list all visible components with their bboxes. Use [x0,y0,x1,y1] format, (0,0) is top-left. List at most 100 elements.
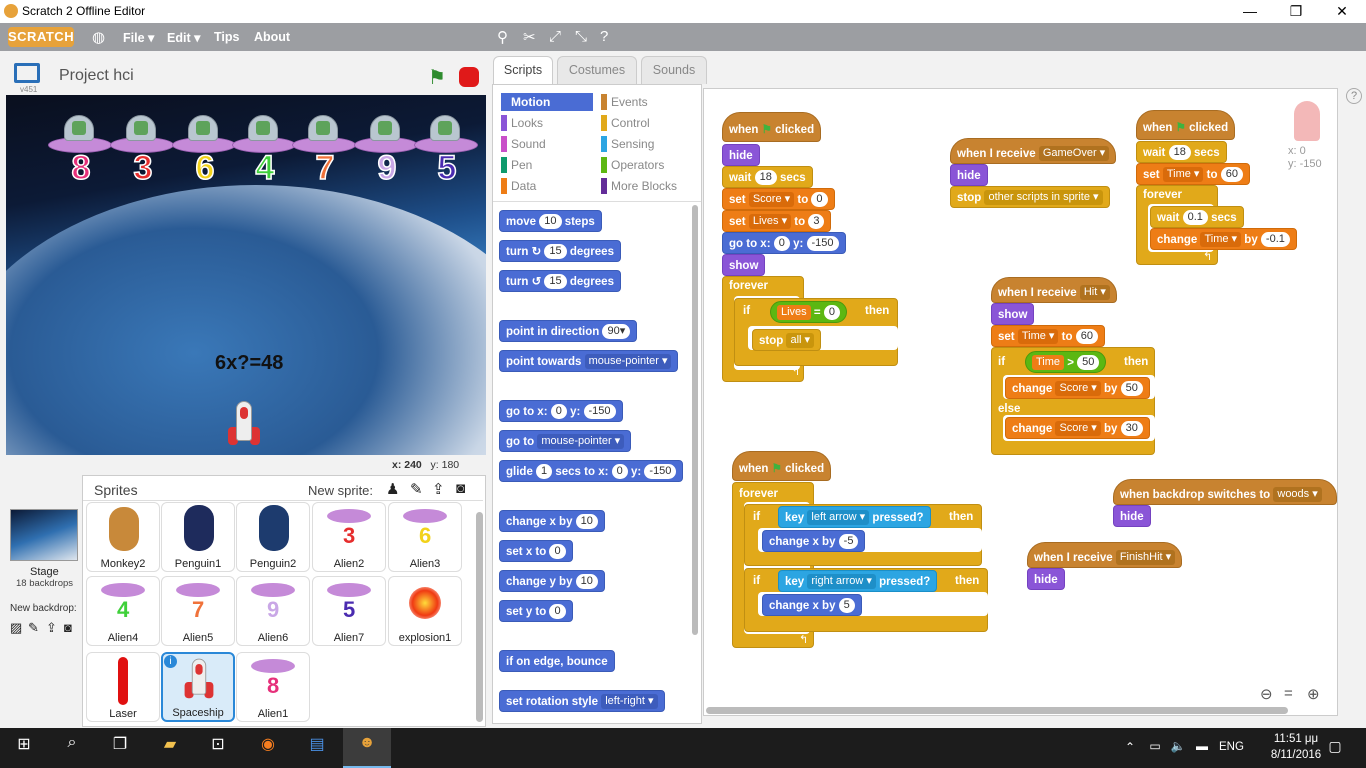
tab-costumes[interactable]: Costumes [557,56,637,84]
hide-block[interactable]: hide [722,144,760,166]
greater-than-operator[interactable]: Time > 50 [1025,351,1107,373]
category-events[interactable]: Events [601,93,693,111]
sprite-tile[interactable]: 9 Alien6 [236,576,310,646]
variable-dropdown[interactable]: Time ▾ [1017,329,1059,345]
variable-dropdown[interactable]: Lives ▾ [748,214,792,230]
alien-sprite[interactable]: 3 [110,115,174,188]
battery-icon[interactable]: ▬ [1187,739,1217,753]
block-input[interactable]: 0 [773,236,790,252]
when-receive-finishhit-hat[interactable]: when I receive FinishHit ▾ [1027,542,1183,568]
category-data[interactable]: Data [501,177,593,195]
set-score-block[interactable]: set Score ▾ to 0 [722,188,835,210]
lives-reporter[interactable]: Lives [777,305,811,321]
variable-dropdown[interactable]: Time ▾ [1200,232,1242,248]
equals-operator[interactable]: Lives = 0 [770,301,847,323]
sprite-tile[interactable]: 5 Alien7 [312,576,386,646]
block-input[interactable]: -5 [838,534,859,550]
hide-block[interactable]: hide [950,164,988,186]
block-input[interactable]: 10 [575,514,598,530]
key-dropdown[interactable]: right arrow ▾ [807,574,876,590]
sprite-tile[interactable]: Penguin1 [161,502,235,572]
alien-sprite[interactable]: 4 [232,115,296,188]
sprite-tile[interactable]: 4 Alien4 [86,576,160,646]
category-looks[interactable]: Looks [501,114,593,132]
set-time-block[interactable]: set Time ▾ to 60 [991,325,1105,347]
block-input[interactable]: 0 [611,464,628,480]
stop-dropdown[interactable]: other scripts in sprite ▾ [984,190,1103,206]
stage-thumbnail[interactable] [10,509,78,561]
firefox-icon[interactable]: ◉ [253,734,283,754]
scratch-logo[interactable]: SCRATCH [8,27,74,47]
category-sound[interactable]: Sound [501,135,593,153]
change-y-block[interactable]: change y by 10 [499,570,605,592]
alien-sprite[interactable]: 9 [354,115,418,188]
sprite-tile[interactable]: explosion1 [388,576,462,646]
sprite-tile[interactable]: Monkey2 [86,502,160,572]
go-to-xy-block[interactable]: go to x: 0 y: -150 [722,232,846,254]
show-block[interactable]: show [991,303,1035,325]
key-pressed-sensing[interactable]: key right arrow ▾ pressed? [778,570,938,592]
block-input[interactable]: -150 [583,404,616,420]
block-input[interactable]: 18 [1168,145,1191,161]
stop-dropdown[interactable]: all ▾ [786,333,815,349]
block-input[interactable]: -0.1 [1260,232,1290,248]
when-receive-hit-hat[interactable]: when I receive Hit ▾ [991,277,1117,303]
alien-sprite[interactable]: 7 [292,115,356,188]
key-dropdown[interactable]: left arrow ▾ [807,510,870,526]
variable-dropdown[interactable]: Score ▾ [1055,381,1101,397]
key-pressed-sensing[interactable]: key left arrow ▾ pressed? [778,506,931,528]
clock-date[interactable]: 8/11/2016 [1266,749,1326,761]
message-dropdown[interactable]: Hit ▾ [1079,285,1110,301]
block-input[interactable]: 15 [544,274,567,290]
search-icon[interactable]: ⌕ [57,734,87,752]
block-input[interactable]: 18 [754,170,777,186]
stop-icon[interactable] [459,67,479,87]
change-x-block[interactable]: change x by -5 [762,530,866,552]
file-menu[interactable]: File ▾ [123,30,154,45]
glide-block[interactable]: glide 1 secs to x: 0 y: -150 [499,460,684,482]
set-time-block[interactable]: set Time ▾ to 60 [1136,163,1250,185]
block-input[interactable]: 50 [1077,355,1100,371]
block-input[interactable]: 0 [550,404,567,420]
shrink-icon[interactable]: ⤡ [575,28,587,45]
clock-time[interactable]: 11:51 μμ [1266,733,1326,745]
variable-dropdown[interactable]: Time ▾ [1162,167,1204,183]
block-input[interactable]: 0 [823,305,840,321]
help-circle-icon[interactable]: ? [1346,88,1362,104]
category-control[interactable]: Control [601,114,693,132]
block-input[interactable]: 1 [536,464,553,480]
sprite-tile[interactable]: 6 Alien3 [388,502,462,572]
camera-sprite-icon[interactable]: ◙ [456,480,465,497]
message-dropdown[interactable]: GameOver ▾ [1038,146,1110,162]
block-input[interactable]: 0 [549,544,566,560]
spaceship-sprite[interactable] [228,401,260,453]
turn-right-block[interactable]: turn ↻ 15 degrees [499,240,621,262]
block-input[interactable]: 50 [1120,381,1143,397]
zoom-in-icon[interactable]: ⊕ [1307,685,1320,703]
project-name-field[interactable]: Project hci [59,67,134,85]
block-input[interactable]: 15 [544,244,567,260]
block-input[interactable]: 10 [539,214,562,230]
category-more-blocks[interactable]: More Blocks [601,177,701,195]
sprite-tile[interactable]: Penguin2 [236,502,310,572]
word-icon[interactable]: ▤ [302,734,332,754]
block-dropdown[interactable]: mouse-pointer ▾ [537,434,625,450]
palette-scrollbar[interactable] [692,205,698,635]
store-icon[interactable]: ⊡ [203,734,233,754]
change-score-block[interactable]: change Score ▾ by 50 [1005,377,1150,399]
move-steps-block[interactable]: move 10 steps [499,210,602,232]
edge-bounce-block[interactable]: if on edge, bounce [499,650,615,672]
block-input[interactable]: 0 [549,604,566,620]
block-dropdown[interactable]: mouse-pointer ▾ [584,354,672,370]
sprite-list-scrollbar[interactable] [476,512,483,722]
change-x-block[interactable]: change x by 10 [499,510,605,532]
help-icon[interactable]: ? [600,28,608,45]
time-reporter[interactable]: Time [1032,355,1065,371]
notification-icon[interactable]: ▢ [1320,738,1350,755]
stop-other-scripts-block[interactable]: stop other scripts in sprite ▾ [950,186,1110,208]
block-input[interactable]: 60 [1075,329,1098,345]
alien-sprite[interactable]: 8 [48,115,112,188]
hide-block[interactable]: hide [1027,568,1065,590]
block-input[interactable]: 30 [1120,421,1143,437]
change-x-block[interactable]: change x by 5 [762,594,862,616]
